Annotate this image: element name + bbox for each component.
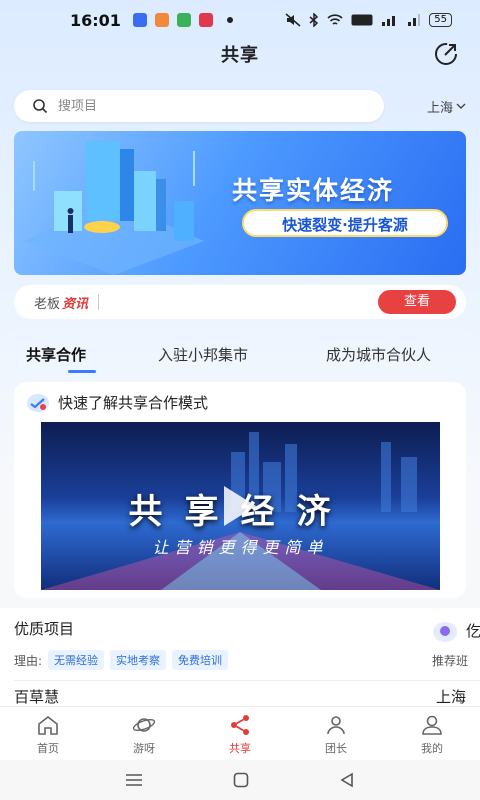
tab-bar: 共享合作 入驻小邦集市 成为城市合伙人 — [0, 344, 480, 374]
app-notification-icon — [176, 13, 191, 27]
more-notifications-icon — [226, 17, 233, 23]
share-icon — [231, 715, 249, 735]
tab-mine[interactable]: 我的 — [384, 707, 480, 760]
tab-share[interactable]: 共享 — [192, 707, 288, 760]
quality-projects: 优质项目 理由: 无需经验 实地考察 免费培训 仡 推荐班 百草慧 上海 — [0, 608, 480, 710]
tag-free-training: 免费培训 — [172, 650, 229, 670]
hd-icon — [351, 14, 373, 26]
tag-no-experience: 无需经验 — [48, 650, 105, 670]
content-panel: 共享合作 入驻小邦集市 成为城市合伙人 快速了解共享合作模式 共享经济 让营销更… — [0, 330, 480, 710]
tab-home[interactable]: 首页 — [0, 707, 96, 760]
status-time: 16:01 — [70, 10, 121, 30]
signal-icon — [382, 16, 396, 26]
boss-news-bar[interactable]: 老板 资讯 查看 — [14, 285, 466, 319]
home-square-icon[interactable] — [233, 772, 249, 788]
signal-2-icon — [408, 14, 421, 26]
tab-mine-label: 我的 — [421, 742, 443, 755]
tab-group-leader[interactable]: 团长 — [288, 707, 384, 760]
video-card: 快速了解共享合作模式 共享经济 让营销更得更简单 — [14, 382, 466, 598]
tab-active-indicator — [68, 370, 96, 373]
banner-headline: 共享实体经济 — [232, 176, 395, 205]
share-out-icon[interactable] — [432, 40, 460, 68]
divider — [98, 294, 100, 310]
intro-video[interactable]: 共享经济 让营销更得更简单 — [41, 422, 440, 590]
city-illustration — [24, 141, 204, 275]
reason-label: 理由: — [14, 653, 43, 668]
search-icon — [33, 99, 48, 114]
system-nav-bar — [0, 760, 480, 800]
project-name[interactable]: 百草慧 — [14, 686, 59, 707]
project-city: 上海 — [435, 688, 466, 706]
app-notification-icon — [154, 13, 169, 27]
tab-play-label: 游呀 — [133, 742, 155, 755]
city-selector[interactable]: 上海 — [427, 97, 466, 116]
wifi-icon — [327, 14, 343, 25]
recommend-text: 仡 — [466, 622, 480, 640]
group-leader-icon — [327, 716, 345, 735]
banner-tagline: 快速裂变·提升客源 — [242, 209, 448, 237]
planet-icon — [132, 718, 156, 732]
bluetooth-icon — [309, 13, 319, 27]
promo-banner[interactable]: 共享实体经济 快速裂变·提升客源 — [14, 131, 466, 275]
divider — [14, 680, 480, 681]
status-bar: 16:01 55 — [0, 0, 480, 40]
city-label: 上海 — [426, 100, 453, 116]
back-icon[interactable] — [339, 772, 355, 788]
play-icon[interactable] — [224, 486, 256, 526]
app-notification-icon — [198, 13, 213, 27]
search-row: 上海 — [14, 90, 470, 122]
page-header: 共享 — [0, 40, 480, 68]
app-notification-icon — [132, 13, 147, 27]
news-label-highlight: 资讯 — [62, 296, 89, 312]
tab-share-label: 共享 — [229, 742, 251, 755]
tab-share-cooperation[interactable]: 共享合作 — [26, 344, 86, 365]
video-subtitle: 让营销更得更简单 — [152, 538, 329, 557]
chevron-down-icon — [456, 103, 466, 109]
tab-group-leader-label: 团长 — [325, 742, 347, 755]
recommend-icon — [433, 622, 457, 642]
user-icon — [422, 715, 442, 735]
view-button[interactable]: 查看 — [378, 290, 456, 314]
tab-home-label: 首页 — [37, 742, 59, 755]
recommend-label: 推荐班 — [432, 654, 469, 668]
mute-icon — [285, 13, 301, 27]
home-icon — [38, 715, 58, 735]
card-title: 快速了解共享合作模式 — [58, 394, 209, 412]
page-title: 共享 — [221, 45, 259, 66]
section-title: 优质项目 — [14, 620, 75, 638]
search-box[interactable] — [14, 90, 384, 122]
tag-site-visit: 实地考察 — [110, 650, 167, 670]
search-input[interactable] — [58, 98, 338, 114]
reason-row: 理由: 无需经验 实地考察 免费培训 — [14, 650, 229, 670]
bottom-tab-bar: 首页 游呀 共享 团长 我的 — [0, 706, 480, 760]
handshake-icon — [27, 394, 49, 412]
tab-play[interactable]: 游呀 — [96, 707, 192, 760]
tab-join-market[interactable]: 入驻小邦集市 — [158, 344, 248, 365]
battery-indicator: 55 — [429, 13, 452, 27]
menu-icon[interactable] — [125, 773, 143, 787]
tab-city-partner[interactable]: 成为城市合伙人 — [326, 344, 431, 365]
news-label: 老板 — [34, 296, 61, 312]
